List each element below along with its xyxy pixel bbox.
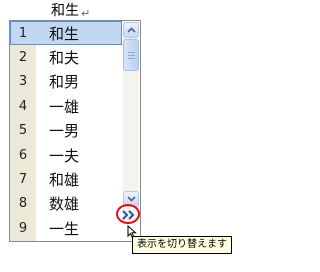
candidate-index: 8 (18, 196, 28, 212)
candidate-text: 一生 (49, 219, 80, 238)
candidate-index: 5 (18, 123, 28, 139)
candidate-text: 一夫 (49, 146, 80, 165)
candidate-row[interactable]: 9 一生 (10, 216, 122, 240)
chevron-up-icon (126, 27, 136, 33)
candidate-index: 6 (18, 147, 28, 163)
candidate-row[interactable]: 4 一雄 (10, 94, 122, 118)
candidate-index: 1 (18, 25, 28, 41)
candidate-row[interactable]: 8 数雄 (10, 192, 122, 216)
candidate-row[interactable]: 1 和生 (10, 21, 122, 46)
candidate-text: 一男 (49, 122, 80, 141)
chevron-down-icon (126, 196, 136, 202)
candidate-row[interactable]: 5 一男 (10, 119, 122, 143)
candidate-index: 9 (18, 220, 28, 236)
candidate-text: 和男 (49, 73, 80, 92)
scroll-thumb[interactable] (123, 39, 139, 71)
composition-text: 和生 (50, 3, 80, 21)
tooltip: 表示を切り替えます (132, 236, 232, 254)
candidate-index: 2 (18, 50, 28, 66)
candidate-index: 3 (18, 74, 28, 90)
thumb-grip-line (128, 55, 135, 56)
candidate-text: 数雄 (49, 195, 80, 214)
candidate-row[interactable]: 2 和夫 (10, 45, 122, 69)
candidate-row[interactable]: 3 和男 (10, 70, 122, 94)
toggle-view-button[interactable] (119, 206, 139, 224)
candidate-index: 7 (18, 172, 28, 188)
candidate-index: 4 (18, 98, 28, 114)
candidate-row[interactable]: 7 和雄 (10, 167, 122, 191)
thumb-grip-line (128, 58, 135, 59)
candidate-text: 和夫 (49, 49, 80, 68)
scroll-up-button[interactable] (123, 22, 139, 38)
candidate-text: 一雄 (49, 97, 80, 116)
candidate-list: 1 和生 2 和夫 3 和男 4 一雄 5 一男 6 一夫 7 和雄 8 数雄 … (10, 21, 122, 241)
composition-string: 和生 ↵ (50, 1, 90, 21)
double-chevron-right-icon (122, 210, 135, 220)
candidate-text: 和生 (49, 24, 80, 43)
candidate-scrollbar[interactable] (123, 22, 139, 222)
candidate-row[interactable]: 6 一夫 (10, 143, 122, 167)
candidate-text: 和雄 (49, 171, 80, 190)
paragraph-mark-icon: ↵ (81, 7, 91, 20)
ime-candidate-screen: 和生 ↵ 1 和生 2 和夫 3 和男 4 一雄 5 一男 6 一夫 7 和雄 … (0, 0, 257, 272)
thumb-grip-line (128, 52, 135, 53)
